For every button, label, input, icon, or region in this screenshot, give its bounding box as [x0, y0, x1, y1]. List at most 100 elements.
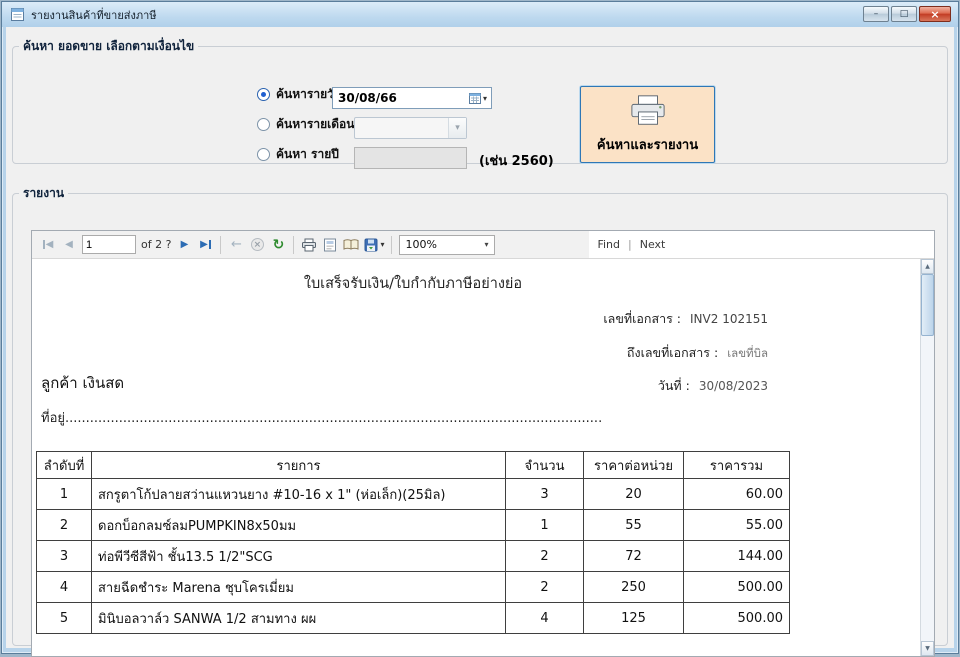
stop-icon: ×	[250, 238, 264, 251]
page-setup-button[interactable]	[343, 235, 359, 255]
cell-qty: 4	[505, 602, 584, 634]
minimize-icon: –	[873, 9, 879, 19]
scrollbar-thumb[interactable]	[921, 274, 934, 336]
close-button[interactable]: ×	[919, 6, 951, 22]
maximize-icon: □	[899, 9, 909, 19]
radio-monthly-circle[interactable]	[257, 118, 270, 131]
cell-total: 144.00	[683, 540, 790, 572]
export-save-icon	[364, 238, 378, 252]
zoom-value: 100%	[405, 238, 437, 251]
table-row: 4 สายฉีดชำระ Marena ชุบโครเมี่ยม 2 250 5…	[36, 571, 790, 603]
print-icon	[301, 238, 317, 252]
cell-item: มินิบอลวาล์ว SANWA 1/2 สามทาง ผผ	[91, 602, 506, 634]
toolbar-separator	[293, 235, 295, 254]
page-number-input[interactable]	[82, 235, 136, 254]
find-next-button[interactable]: Next	[640, 238, 666, 251]
radio-daily[interactable]: ค้นหารายวัน	[257, 85, 342, 104]
chevron-down-icon[interactable]: ▾	[448, 118, 466, 138]
search-report-button[interactable]: ค้นหาและรายงาน	[580, 86, 715, 163]
app-window: รายงานสินค้าที่ขายส่งภาษี – □ × ค้นหา ยอ…	[1, 1, 959, 657]
doc-date-label: วันที่ :	[657, 378, 690, 393]
scrollbar-track[interactable]	[921, 274, 934, 641]
document-title: ใบเสร็จรับเงิน/ใบกำกับภาษีอย่างย่อ	[303, 276, 523, 292]
toolbar-separator	[391, 235, 393, 254]
back-to-parent-button[interactable]: ←	[228, 235, 244, 255]
cell-qty: 2	[505, 540, 584, 572]
search-group-title: ค้นหา ยอดขาย เลือกตามเงื่อนไข	[23, 39, 195, 53]
table-row: 1 สกรูตาโก้ปลายสว่านแหวนยาง #10-16 x 1" …	[36, 478, 790, 510]
back-arrow-icon: ←	[230, 237, 242, 252]
cell-no: 3	[36, 540, 92, 572]
radio-monthly[interactable]: ค้นหารายเดือน	[257, 115, 354, 134]
scroll-down-icon: ▼	[925, 645, 930, 652]
radio-yearly-label: ค้นหา รายปี	[276, 147, 339, 161]
window-icon	[10, 7, 25, 22]
close-icon: ×	[930, 7, 940, 21]
search-report-button-label: ค้นหาและรายงาน	[596, 138, 699, 153]
cell-total: 500.00	[683, 602, 790, 634]
doc-date-value: 30/08/2023	[698, 379, 768, 393]
last-page-button[interactable]: ▶	[197, 235, 213, 255]
year-input[interactable]	[354, 147, 467, 169]
print-button[interactable]	[301, 235, 317, 255]
radio-daily-circle[interactable]	[257, 88, 270, 101]
cell-item: ท่อพีวีซีสีฟ้า ชั้น13.5 1/2"SCG	[91, 540, 506, 572]
doc-date-line: วันที่ : 30/08/2023	[658, 376, 768, 396]
refresh-button[interactable]: ↻	[270, 235, 286, 255]
date-picker-value[interactable]: 30/08/66	[333, 91, 465, 105]
last-page-icon	[208, 240, 211, 249]
cell-unit-price: 20	[583, 478, 684, 510]
header-total: ราคารวม	[683, 451, 790, 479]
next-page-icon: ▶	[180, 239, 189, 250]
next-page-button[interactable]: ▶	[176, 235, 192, 255]
search-group: ค้นหา ยอดขาย เลือกตามเงื่อนไข ค้นหารายวั…	[12, 37, 948, 169]
print-layout-button[interactable]	[322, 235, 338, 255]
cell-no: 1	[36, 478, 92, 510]
cell-item: สายฉีดชำระ Marena ชุบโครเมี่ยม	[91, 571, 506, 603]
doc-number-line: เลขที่เอกสาร : INV2 102151	[603, 309, 768, 329]
vertical-scrollbar[interactable]: ▲ ▼	[920, 259, 934, 656]
report-page: ใบเสร็จรับเงิน/ใบกำกับภาษีอย่างย่อ เลขที…	[32, 259, 920, 656]
date-picker-dropdown-button[interactable]: ▾	[465, 88, 491, 108]
export-button[interactable]: ▾	[364, 235, 384, 255]
window-title: รายงานสินค้าที่ขายส่งภาษี	[31, 8, 157, 22]
header-item: รายการ	[91, 451, 506, 479]
previous-page-button[interactable]: ◀	[61, 235, 77, 255]
to-doc-number-label: ถึงเลขที่เอกสาร :	[626, 345, 719, 360]
table-row: 5 มินิบอลวาล์ว SANWA 1/2 สามทาง ผผ 4 125…	[36, 602, 790, 634]
cell-item: ดอกบ็อกลมซ์ลมPUMPKIN8x50มม	[91, 509, 506, 541]
report-group: รายงาน ◀ ◀ of 2 ? ▶ ▶	[12, 184, 948, 657]
chevron-down-icon: ▾	[482, 93, 487, 103]
month-select[interactable]: ▾	[354, 117, 467, 139]
find-region: Find | Next	[589, 231, 934, 258]
cell-total: 60.00	[683, 478, 790, 510]
find-separator: |	[628, 238, 632, 251]
cell-unit-price: 250	[583, 571, 684, 603]
zoom-select[interactable]: 100% ▾	[399, 234, 496, 255]
cell-total: 55.00	[683, 509, 790, 541]
minimize-button[interactable]: –	[863, 6, 889, 22]
find-button[interactable]: Find	[597, 238, 620, 251]
date-picker[interactable]: 30/08/66 ▾	[332, 87, 492, 109]
scroll-down-button[interactable]: ▼	[921, 641, 934, 656]
radio-yearly[interactable]: ค้นหา รายปี	[257, 145, 339, 164]
toolbar-spacer	[500, 231, 584, 258]
year-hint-label: (เช่น 2560)	[479, 154, 554, 169]
doc-number-value: INV2 102151	[690, 312, 768, 326]
client-area: ค้นหา ยอดขาย เลือกตามเงื่อนไข ค้นหารายวั…	[6, 27, 954, 657]
header-qty: จำนวน	[505, 451, 584, 479]
radio-yearly-circle[interactable]	[257, 148, 270, 161]
maximize-button[interactable]: □	[891, 6, 917, 22]
title-bar[interactable]: รายงานสินค้าที่ขายส่งภาษี – □ ×	[2, 2, 958, 27]
refresh-icon: ↻	[272, 236, 285, 253]
stop-rendering-button[interactable]: ×	[249, 235, 265, 255]
cell-qty: 2	[505, 571, 584, 603]
first-page-button[interactable]: ◀	[40, 235, 56, 255]
scroll-up-button[interactable]: ▲	[921, 259, 934, 274]
items-table: ลำดับที่ รายการ จำนวน ราคาต่อหน่วย ราคาร…	[36, 451, 790, 634]
to-doc-number-line: ถึงเลขที่เอกสาร : เลขที่บิล	[627, 343, 768, 363]
report-toolbar: ◀ ◀ of 2 ? ▶ ▶ ←	[32, 231, 934, 259]
header-unit-price: ราคาต่อหน่วย	[583, 451, 684, 479]
cell-qty: 3	[505, 478, 584, 510]
toolbar-separator	[220, 235, 222, 254]
